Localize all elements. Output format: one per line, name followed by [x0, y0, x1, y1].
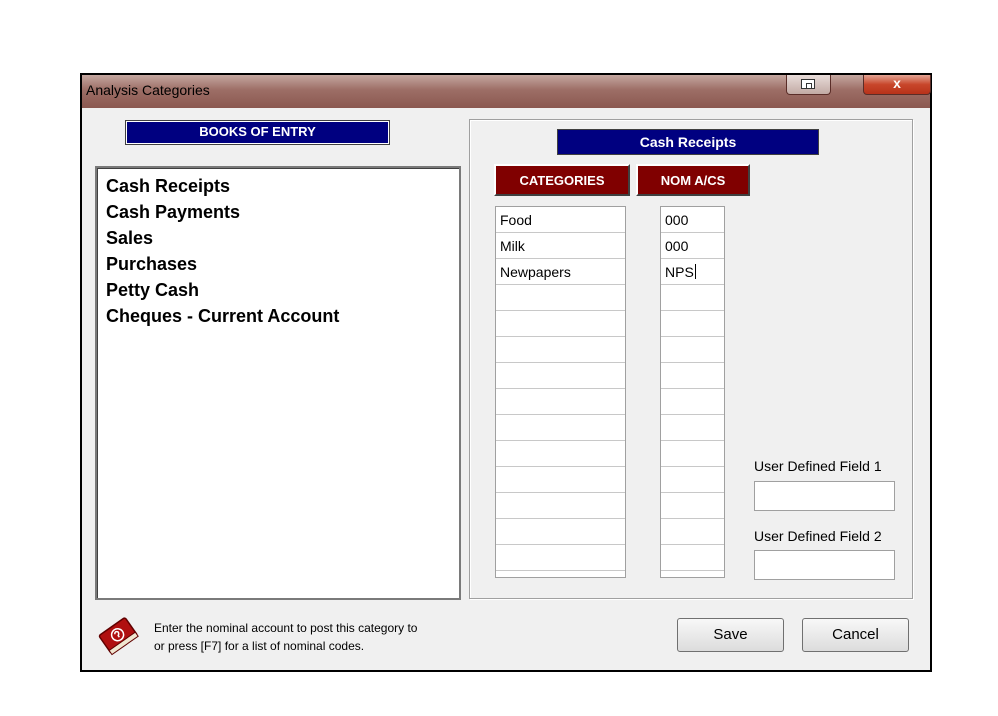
nom-account-cell[interactable]: [661, 285, 724, 311]
window-title: Analysis Categories: [86, 82, 210, 98]
book-item-sales[interactable]: Sales: [106, 225, 339, 251]
category-cell[interactable]: [496, 285, 625, 311]
book-item-petty-cash[interactable]: Petty Cash: [106, 277, 339, 303]
nom-accounts-column: 000 000 NPS: [660, 206, 725, 578]
nom-account-cell[interactable]: [661, 519, 724, 545]
user-defined-field-2-input[interactable]: [754, 550, 895, 580]
category-cell[interactable]: [496, 389, 625, 415]
category-cell[interactable]: [496, 363, 625, 389]
category-cell[interactable]: [496, 415, 625, 441]
category-cell[interactable]: [496, 441, 625, 467]
book-item-purchases[interactable]: Purchases: [106, 251, 339, 277]
nom-account-cell[interactable]: [661, 363, 724, 389]
title-bar[interactable]: Analysis Categories x: [82, 75, 931, 108]
nom-account-cell[interactable]: [661, 415, 724, 441]
books-of-entry-list[interactable]: Cash Receipts Cash Payments Sales Purcha…: [95, 166, 461, 600]
category-cell[interactable]: [496, 519, 625, 545]
save-button[interactable]: Save: [677, 618, 784, 652]
nom-accounts-header: NOM A/CS: [636, 164, 750, 196]
category-cell[interactable]: Food: [496, 207, 625, 233]
restore-button[interactable]: [786, 75, 831, 95]
book-item-cash-payments[interactable]: Cash Payments: [106, 199, 339, 225]
nom-account-value: NPS: [665, 264, 694, 280]
nom-account-cell[interactable]: 000: [661, 207, 724, 233]
selected-book-banner: Cash Receipts: [557, 129, 819, 155]
nom-account-cell-active[interactable]: NPS: [661, 259, 724, 285]
nom-account-cell[interactable]: [661, 337, 724, 363]
nom-account-cell[interactable]: [661, 441, 724, 467]
help-text-line-2: or press [F7] for a list of nominal code…: [154, 639, 365, 653]
nom-account-cell[interactable]: [661, 467, 724, 493]
category-cell[interactable]: [496, 545, 625, 571]
categories-column: Food Milk Newpapers: [495, 206, 626, 578]
close-icon: x: [893, 75, 901, 91]
category-cell[interactable]: [496, 337, 625, 363]
user-defined-field-1-label: User Defined Field 1: [754, 458, 882, 474]
category-cell[interactable]: [496, 311, 625, 337]
book-item-cheques-current-account[interactable]: Cheques - Current Account: [106, 303, 339, 329]
nom-account-cell[interactable]: [661, 545, 724, 571]
help-text: Enter the nominal account to post this c…: [154, 619, 417, 655]
categories-header: CATEGORIES: [494, 164, 630, 196]
restore-icon: [801, 79, 815, 89]
nom-account-cell[interactable]: [661, 493, 724, 519]
help-book-icon: [98, 617, 139, 656]
nom-account-cell[interactable]: 000: [661, 233, 724, 259]
user-defined-field-2-label: User Defined Field 2: [754, 528, 882, 544]
category-cell[interactable]: Newpapers: [496, 259, 625, 285]
category-cell[interactable]: Milk: [496, 233, 625, 259]
category-cell[interactable]: [496, 467, 625, 493]
analysis-categories-window: Analysis Categories x BOOKS OF ENTRY Cas…: [80, 73, 932, 672]
category-cell[interactable]: [496, 493, 625, 519]
user-defined-field-1-input[interactable]: [754, 481, 895, 511]
books-of-entry-header: BOOKS OF ENTRY: [125, 120, 390, 145]
close-button[interactable]: x: [863, 75, 931, 95]
cancel-button[interactable]: Cancel: [802, 618, 909, 652]
book-item-cash-receipts[interactable]: Cash Receipts: [106, 173, 339, 199]
help-text-line-1: Enter the nominal account to post this c…: [154, 621, 418, 635]
nom-account-cell[interactable]: [661, 389, 724, 415]
nom-account-cell[interactable]: [661, 311, 724, 337]
